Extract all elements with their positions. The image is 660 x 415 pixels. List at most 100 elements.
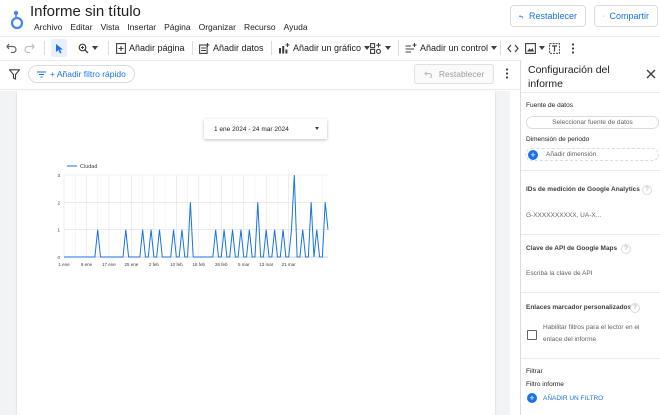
date-range-control[interactable]: 1 ene 2024 - 24 mar 2024 [204, 119, 327, 139]
panel-divider [521, 92, 660, 93]
reset-label: Restablecer [528, 11, 577, 21]
select-tool-button[interactable] [51, 39, 67, 57]
chevron-down-icon [92, 46, 98, 50]
chevron-down-icon [539, 46, 545, 50]
x-tick-label: 10 feb [170, 262, 183, 267]
menu-editar[interactable]: Editar [66, 22, 96, 32]
components-icon [370, 42, 382, 54]
help-icon[interactable]: ? [642, 185, 652, 195]
panel-divider [521, 234, 660, 235]
select-data-source-label: Seleccionar fuente de datos [552, 119, 633, 126]
bookmark-links-label: Enlaces marcador personalizados [526, 304, 632, 311]
reset-icon [519, 14, 524, 19]
add-component-button[interactable] [370, 39, 391, 57]
redo-button[interactable] [24, 39, 35, 57]
undo-button[interactable] [6, 39, 17, 57]
more-vert-icon [571, 42, 575, 54]
panel-divider [521, 358, 660, 359]
add-person-icon [603, 15, 605, 17]
share-button[interactable]: Compartir [594, 5, 658, 27]
maps-key-input[interactable]: Escriba la clave de API [526, 270, 592, 277]
x-tick-label: 17 ene [102, 262, 116, 267]
add-quick-filter-button[interactable]: + Añadir filtro rápido [28, 65, 135, 83]
reset-button[interactable]: Restablecer [510, 5, 586, 27]
code-icon [507, 44, 519, 52]
menu-pagina[interactable]: Página [160, 22, 194, 32]
text-button[interactable] [549, 39, 560, 57]
x-tick-label: 21 mar [282, 262, 297, 267]
x-tick-label: 5 mar [238, 262, 250, 267]
ga-ids-label: IDs de medición de Google Analytics [526, 186, 640, 193]
add-data-button[interactable]: Añadir datos [199, 39, 264, 57]
image-button[interactable] [525, 39, 545, 57]
add-dimension-button[interactable]: Añadir dimensión [525, 148, 659, 161]
add-icon: + [527, 393, 537, 403]
chevron-down-icon [385, 46, 391, 50]
cursor-icon [55, 43, 63, 53]
image-icon [525, 42, 536, 54]
panel-divider [521, 292, 660, 293]
add-chart-button[interactable]: Añadir un gráfico [278, 39, 371, 57]
x-tick-label: 9 ene [81, 262, 93, 267]
add-filter-button[interactable]: AÑADIR UN FILTRO [543, 395, 603, 402]
help-icon[interactable]: ? [621, 244, 631, 254]
x-tick-label: 18 feb [193, 262, 206, 267]
x-axis-ticks: 1 ene 9 ene 17 ene 25 ene 2 feb 10 feb 18 feb 2… [58, 262, 296, 267]
add-chart-label: Añadir un gráfico [293, 43, 362, 53]
more-vert-icon[interactable] [505, 68, 509, 79]
filter-section-label: Filtrar [526, 368, 543, 375]
legend-label-ciudad: Ciudad [80, 164, 97, 170]
select-data-source-button[interactable]: Seleccionar fuente de datos [526, 116, 659, 129]
add-dimension-label: Añadir dimensión [546, 151, 597, 158]
add-control-label: Añadir un control [420, 43, 489, 53]
toolbar: Añadir página Añadir datos Añadir un grá… [0, 36, 660, 58]
close-icon[interactable] [645, 68, 657, 80]
toolbar-divider [108, 41, 109, 55]
toolbar-divider [44, 41, 45, 55]
menu-archivo[interactable]: Archivo [30, 22, 66, 32]
reset-icon [423, 71, 432, 78]
chart-grid [63, 174, 328, 258]
y-tick-label: 3 [57, 173, 60, 178]
date-range-value: 1 ene 2024 - 24 mar 2024 [214, 125, 289, 133]
redo-icon [24, 43, 35, 53]
help-icon[interactable]: ? [630, 303, 640, 313]
panel-divider [521, 170, 660, 171]
ga-ids-input[interactable]: G-XXXXXXXXXX, UA-X... [526, 212, 601, 219]
add-control-button[interactable]: Añadir un control [405, 39, 498, 57]
undo-icon [6, 43, 17, 53]
add-page-button[interactable]: Añadir página [116, 39, 185, 57]
embed-code-button[interactable] [507, 39, 519, 57]
add-page-icon [116, 42, 126, 54]
canvas-scrollbar[interactable] [510, 91, 520, 415]
x-tick-label: 13 mar [259, 262, 274, 267]
filter-list-icon [37, 70, 46, 78]
filter-icon[interactable] [9, 69, 20, 80]
add-quick-filter-label: + Añadir filtro rápido [50, 69, 126, 79]
menu-recurso[interactable]: Recurso [240, 22, 280, 32]
y-tick-label: 1 [57, 228, 60, 233]
menu-organizar[interactable]: Organizar [195, 22, 240, 32]
more-toolbar-button[interactable] [571, 39, 575, 57]
maps-key-label: Clave de API de Google Maps [526, 245, 618, 252]
zoom-button[interactable] [78, 39, 98, 57]
menu-insertar[interactable]: Insertar [123, 22, 160, 32]
toolbar-divider [192, 41, 193, 55]
x-tick-label: 2 feb [149, 262, 160, 267]
data-source-label: Fuente de datos [526, 102, 573, 109]
document-title[interactable]: Informe sin título [30, 3, 141, 20]
menu-vista[interactable]: Vista [97, 22, 124, 32]
text-box-icon [549, 42, 560, 54]
menu-ayuda[interactable]: Ayuda [280, 22, 312, 32]
add-data-icon [199, 42, 210, 54]
panel-title: Configuración del informe [528, 64, 610, 90]
looker-studio-logo-icon [10, 10, 24, 30]
reset-filters-button[interactable]: Restablecer [414, 64, 494, 84]
add-icon: + [528, 150, 538, 160]
enable-viewer-filters-label: Habilitar filtros para el lector en el e… [543, 324, 640, 343]
period-dimension-label: Dimensión de periodo [526, 136, 590, 143]
time-series-chart[interactable]: 0 1 2 3 1 ene 9 ene 17 ene 25 ene 2 feb 10 feb 18… [50, 160, 335, 272]
zoom-icon [78, 43, 89, 53]
y-axis-ticks: 0 1 2 3 [57, 173, 60, 260]
enable-viewer-filters-checkbox[interactable] [527, 330, 537, 340]
